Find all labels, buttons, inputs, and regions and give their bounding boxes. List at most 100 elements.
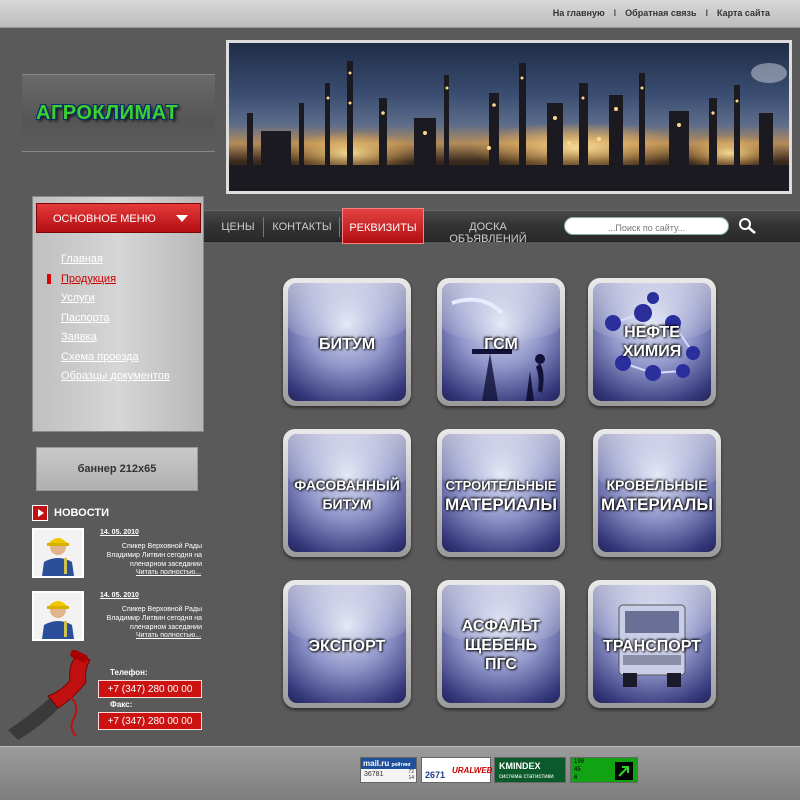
arrow-up-right-icon [615, 762, 633, 780]
tile-label: ГСМ [484, 336, 518, 353]
news-date[interactable]: 14. 05. 2010 [100, 529, 139, 536]
tile-label-line: АСФАЛЬТ [461, 618, 541, 635]
link-feedback[interactable]: Обратная связь [625, 8, 696, 18]
tile-label-line: МАТЕРИАЛЫ [601, 495, 713, 514]
active-marker [47, 273, 51, 284]
tile-stroitelnye-materialy[interactable]: СТРОИТЕЛЬНЫЕ МАТЕРИАЛЫ [437, 429, 565, 557]
menu-item-services[interactable]: Услуги [61, 292, 170, 312]
tile-image: ГСМ [442, 283, 560, 401]
menu-item-home[interactable]: Главная [61, 253, 170, 273]
logo[interactable]: АГРОКЛИМАТ [36, 102, 178, 125]
tile-label: ТРАНСПОРТ [603, 638, 701, 655]
tile-image: АСФАЛЬТ ЩЕБЕНЬ ПГС [442, 585, 560, 703]
tile-label-line: ФАСОВАННЫЙ [294, 477, 400, 493]
mailru-counter[interactable]: mail.ru рейтинг 36781 72 14 [360, 757, 417, 783]
kmindex-counter[interactable]: KMINDEX система статистики [494, 757, 566, 783]
tile-label: ФАСОВАННЫЙ БИТУМ [288, 476, 406, 514]
link-sitemap[interactable]: Карта сайта [717, 8, 770, 18]
menu-item-products[interactable]: Продукция [47, 272, 170, 293]
tile-bitum[interactable]: БИТУМ [283, 278, 411, 406]
mailru-sub: рейтинг [391, 762, 412, 768]
fax-label: Факс: [110, 700, 133, 709]
kmindex-sub: система статистики [499, 774, 554, 780]
chevron-down-icon [176, 215, 188, 222]
tile-label-line: НЕФТЕ [624, 324, 680, 341]
main-menu-list: Главная Продукция Услуги Паспорта Заявка… [47, 253, 170, 390]
tile-label: АСФАЛЬТ ЩЕБЕНЬ ПГС [442, 617, 560, 674]
kmindex-logo: KMINDEX [499, 761, 541, 771]
arrow-right-icon [32, 505, 48, 521]
footer: mail.ru рейтинг 36781 72 14 2671 URALWEB… [0, 746, 800, 800]
tile-label: НЕФТЕ ХИМИЯ [593, 323, 711, 361]
li-line-1: 199 [574, 759, 585, 765]
tile-label: КРОВЕЛЬНЫЕ МАТЕРИАЛЫ [598, 476, 716, 514]
header-image [226, 40, 792, 194]
news-photo [32, 591, 84, 641]
tile-image: ТРАНСПОРТ [593, 585, 711, 703]
li-line-2: 45 [574, 767, 581, 773]
tile-fasovanny-bitum[interactable]: ФАСОВАННЫЙ БИТУМ [283, 429, 411, 557]
phone-label: Телефон: [110, 668, 148, 677]
tile-image: КРОВЕЛЬНЫЕ МАТЕРИАЛЫ [598, 434, 716, 552]
tile-gsm[interactable]: ГСМ [437, 278, 565, 406]
nav-requisites[interactable]: РЕКВИЗИТЫ [342, 208, 424, 244]
tile-image: ФАСОВАННЫЙ БИТУМ [288, 434, 406, 552]
main-menu: ОСНОВНОЕ МЕНЮ Главная Продукция Услуги П… [32, 196, 204, 432]
tile-krovelnye-materialy[interactable]: КРОВЕЛЬНЫЕ МАТЕРИАЛЫ [593, 429, 721, 557]
nav-bulletin-board[interactable]: ДОСКА ОБЪЯВЛЕНИЙ [430, 211, 546, 245]
liveinternet-counter[interactable]: 199 45 6 [570, 757, 638, 783]
top-links: На главную I Обратная связь I Карта сайта [553, 8, 770, 18]
news-read-more[interactable]: Читать полностью... [136, 569, 201, 576]
mailru-value: 36781 [364, 771, 384, 778]
logo-block[interactable]: АГРОКЛИМАТ [22, 74, 215, 152]
tile-image: НЕФТЕ ХИМИЯ [593, 283, 711, 401]
search-icon[interactable] [737, 216, 757, 236]
tile-label-line: БИТУМ [322, 496, 372, 512]
main-menu-title: ОСНОВНОЕ МЕНЮ [53, 213, 156, 225]
tile-label-line: ЩЕБЕНЬ [464, 637, 538, 654]
menu-item-directions[interactable]: Схема проезда [61, 351, 170, 371]
tile-image: БИТУМ [288, 283, 406, 401]
tile-label-line: ХИМИЯ [622, 343, 682, 360]
tile-label: БИТУМ [318, 336, 376, 353]
top-bar: На главную I Обратная связь I Карта сайта [0, 0, 800, 28]
banner-placeholder[interactable]: баннер 212х65 [36, 447, 198, 491]
menu-item-passports[interactable]: Паспорта [61, 312, 170, 332]
tile-eksport[interactable]: ЭКСПОРТ [283, 580, 411, 708]
tile-asfalt-shcheben-pgs[interactable]: АСФАЛЬТ ЩЕБЕНЬ ПГС [437, 580, 565, 708]
tile-transport[interactable]: ТРАНСПОРТ [588, 580, 716, 708]
menu-item-application[interactable]: Заявка [61, 331, 170, 351]
divider: I [613, 8, 617, 18]
search-input[interactable] [564, 217, 729, 235]
news-text: Спикер Верховной Рады Владимир Литвин се… [106, 606, 202, 631]
news-photo [32, 528, 84, 578]
tile-neftekhimiya[interactable]: НЕФТЕ ХИМИЯ [588, 278, 716, 406]
tile-image: ЭКСПОРТ [288, 585, 406, 703]
tile-label-line: КРОВЕЛЬНЫЕ [606, 477, 708, 493]
uralweb-counter[interactable]: 2671 URALWEB [421, 757, 493, 783]
news-date[interactable]: 14. 05. 2010 [100, 592, 139, 599]
news-title: НОВОСТИ [54, 507, 110, 519]
telephone-icon [8, 649, 98, 745]
fax-number[interactable]: +7 (347) 280 00 00 [98, 712, 202, 730]
mailru-logo: mail.ru рейтинг [361, 758, 416, 769]
news-read-more[interactable]: Читать полностью... [136, 632, 201, 639]
phone-number[interactable]: +7 (347) 280 00 00 [98, 680, 202, 698]
main-menu-header[interactable]: ОСНОВНОЕ МЕНЮ [36, 203, 201, 233]
menu-item-document-samples[interactable]: Образцы документов [61, 370, 170, 390]
uralweb-logo: URALWEB [452, 766, 493, 775]
link-home[interactable]: На главную [553, 8, 605, 18]
menu-item-products-label: Продукция [61, 272, 117, 285]
news-item: 14. 05. 2010 Спикер Верховной Рады Влади… [32, 528, 204, 582]
tile-label-line: МАТЕРИАЛЫ [445, 495, 557, 514]
mailru-logo-text: mail.ru [363, 759, 390, 768]
tile-label-line: ПГС [485, 656, 517, 673]
news-text: Спикер Верховной Рады Владимир Литвин се… [106, 543, 202, 568]
tile-label: СТРОИТЕЛЬНЫЕ МАТЕРИАЛЫ [442, 476, 560, 514]
nav-contacts[interactable]: КОНТАКТЫ [270, 211, 340, 241]
refinery-illustration [229, 61, 789, 191]
tile-label-line: СТРОИТЕЛЬНЫЕ [445, 478, 557, 493]
uralweb-value: 2671 [425, 770, 446, 780]
nav-prices[interactable]: ЦЕНЫ [218, 211, 264, 241]
tile-image: СТРОИТЕЛЬНЫЕ МАТЕРИАЛЫ [442, 434, 560, 552]
